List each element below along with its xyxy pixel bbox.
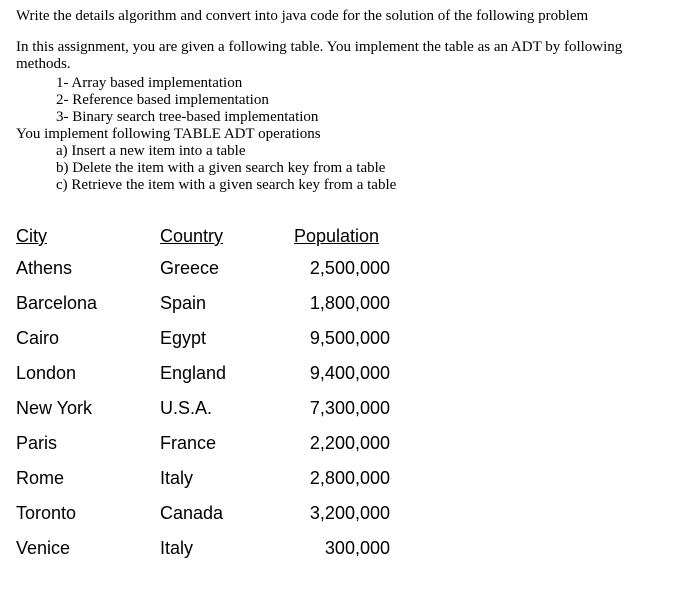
cell-city: Venice: [16, 531, 160, 566]
cell-country: England: [160, 356, 294, 391]
list-item: 3- Binary search tree-based implementati…: [56, 109, 664, 126]
cell-population: 2,200,000: [294, 426, 428, 461]
cell-country: Italy: [160, 531, 294, 566]
cell-city: Paris: [16, 426, 160, 461]
cell-country: U.S.A.: [160, 391, 294, 426]
table-row: Paris France 2,200,000: [16, 426, 428, 461]
implementation-methods-list: 1- Array based implementation 2- Referen…: [56, 75, 664, 126]
cell-population: 9,500,000: [294, 321, 428, 356]
list-item: a) Insert a new item into a table: [56, 143, 664, 160]
operations-list: a) Insert a new item into a table b) Del…: [56, 143, 664, 194]
operations-lead: You implement following TABLE ADT operat…: [16, 126, 664, 143]
city-table-wrap: City Country Population Athens Greece 2,…: [16, 222, 664, 566]
cell-population: 7,300,000: [294, 391, 428, 426]
cell-population: 300,000: [294, 531, 428, 566]
header-population: Population: [294, 222, 428, 251]
list-item: b) Delete the item with a given search k…: [56, 160, 664, 177]
header-country: Country: [160, 222, 294, 251]
cell-population: 1,800,000: [294, 286, 428, 321]
city-table: City Country Population Athens Greece 2,…: [16, 222, 428, 566]
table-row: New York U.S.A. 7,300,000: [16, 391, 428, 426]
cell-city: Toronto: [16, 496, 160, 531]
cell-country: Italy: [160, 461, 294, 496]
cell-city: London: [16, 356, 160, 391]
cell-country: Spain: [160, 286, 294, 321]
table-row: London England 9,400,000: [16, 356, 428, 391]
assignment-block: In this assignment, you are given a foll…: [16, 39, 664, 194]
table-row: Venice Italy 300,000: [16, 531, 428, 566]
cell-country: Canada: [160, 496, 294, 531]
cell-city: Rome: [16, 461, 160, 496]
table-header-row: City Country Population: [16, 222, 428, 251]
cell-city: Cairo: [16, 321, 160, 356]
cell-city: Athens: [16, 251, 160, 286]
list-item: 2- Reference based implementation: [56, 92, 664, 109]
cell-population: 3,200,000: [294, 496, 428, 531]
list-item: 1- Array based implementation: [56, 75, 664, 92]
cell-country: France: [160, 426, 294, 461]
table-row: Toronto Canada 3,200,000: [16, 496, 428, 531]
assignment-lead: In this assignment, you are given a foll…: [16, 39, 664, 73]
cell-population: 2,800,000: [294, 461, 428, 496]
cell-population: 2,500,000: [294, 251, 428, 286]
intro-line: Write the details algorithm and convert …: [16, 8, 664, 25]
table-row: Athens Greece 2,500,000: [16, 251, 428, 286]
cell-city: Barcelona: [16, 286, 160, 321]
table-row: Barcelona Spain 1,800,000: [16, 286, 428, 321]
table-row: Cairo Egypt 9,500,000: [16, 321, 428, 356]
cell-country: Egypt: [160, 321, 294, 356]
list-item: c) Retrieve the item with a given search…: [56, 177, 664, 194]
header-city: City: [16, 222, 160, 251]
cell-population: 9,400,000: [294, 356, 428, 391]
table-row: Rome Italy 2,800,000: [16, 461, 428, 496]
cell-country: Greece: [160, 251, 294, 286]
cell-city: New York: [16, 391, 160, 426]
